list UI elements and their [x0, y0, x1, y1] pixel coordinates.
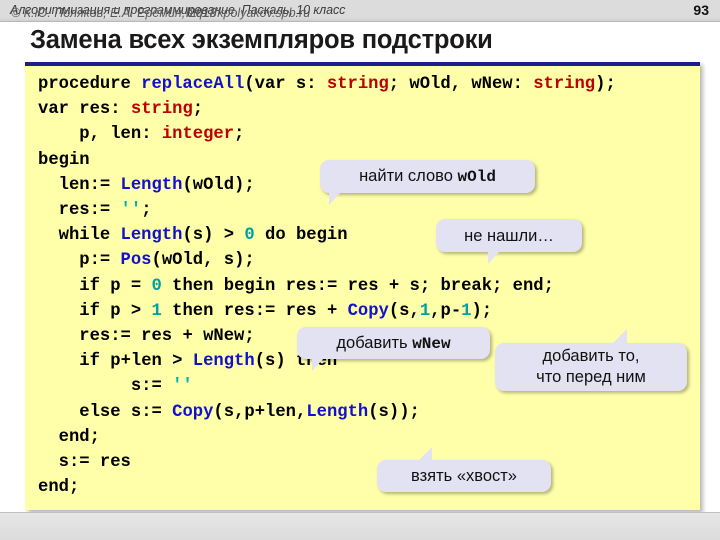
- callout-tail-icon: [417, 447, 432, 462]
- footer-url-link[interactable]: http://kpolyakov.spb.ru: [186, 6, 310, 20]
- page-title: Замена всех экземпляров подстроки: [30, 26, 493, 54]
- code-listing: procedure replaceAll(var s: string; wOld…: [38, 75, 616, 498]
- callout-find-code: wOld: [457, 168, 496, 186]
- slide-page-number: 93: [693, 2, 709, 18]
- callout-add-before-line1: добавить то,: [542, 347, 640, 365]
- callout-not-found: не нашли…: [436, 219, 582, 264]
- callout-find-word: найти слово wOld: [320, 160, 535, 205]
- callout-add-wnew-text: добавить: [336, 333, 413, 352]
- callout-add-before: добавить то, что перед ним: [495, 329, 687, 391]
- callout-tail-icon: [312, 357, 325, 371]
- callout-not-found-text: не нашли…: [464, 226, 554, 245]
- callout-add-before-line2: что перед ним: [536, 368, 646, 386]
- callout-tail-icon: [329, 191, 342, 205]
- callout-add-wnew: добавить wNew: [297, 327, 490, 371]
- footer-bar: [0, 512, 720, 540]
- callout-tail-icon: [488, 250, 501, 264]
- callout-find-text: найти слово: [359, 167, 458, 185]
- callout-tail-icon: [612, 329, 627, 344]
- callout-take-tail: взять «хвост»: [377, 447, 551, 492]
- callout-add-wnew-code: wNew: [412, 334, 451, 353]
- callout-take-tail-text: взять «хвост»: [411, 467, 517, 485]
- code-panel: procedure replaceAll(var s: string; wOld…: [25, 62, 700, 510]
